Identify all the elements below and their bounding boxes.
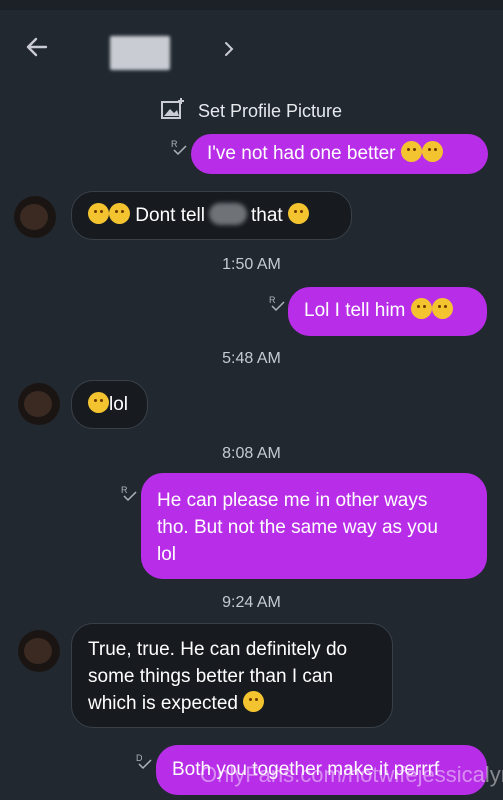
contact-name-redacted[interactable] — [110, 36, 170, 70]
relieved-face-icon — [421, 141, 443, 162]
relieved-face-icon — [400, 141, 422, 162]
watermark: OnlyFans.com/hotwifejessicalynn — [200, 762, 503, 787]
system-event: Set Profile Picture — [160, 97, 343, 126]
message-line: tho. But not the same way as you — [157, 517, 438, 538]
message-text: lol — [109, 394, 129, 415]
back-arrow-icon[interactable] — [22, 32, 52, 62]
message-text: Dont tell — [135, 205, 205, 226]
timestamp: 8:08 AM — [222, 445, 281, 462]
message-text: Lol I tell him — [304, 300, 406, 321]
flushed-face-icon — [88, 392, 109, 413]
message-bubble-incoming[interactable]: True, true. He can definitely do some th… — [71, 623, 393, 728]
message-bubble-outgoing[interactable]: Lol I tell him — [288, 287, 487, 336]
svg-text:R: R — [171, 139, 178, 149]
timestamp: 9:24 AM — [222, 594, 281, 611]
read-receipt-icon: R — [120, 484, 138, 502]
svg-text:D: D — [136, 753, 143, 763]
message-bubble-outgoing[interactable]: I've not had one better — [191, 134, 488, 174]
grinning-face-icon — [88, 203, 109, 224]
message-line: True, true. He can definitely do — [88, 639, 348, 660]
message-text: I've not had one better — [207, 143, 396, 164]
message-text: that — [250, 205, 283, 226]
message-bubble-incoming[interactable]: lol — [71, 380, 148, 429]
timestamp: 1:50 AM — [222, 256, 281, 273]
upside-down-face-icon — [243, 691, 265, 712]
message-line: some things better than I can — [88, 666, 334, 687]
message-bubble-outgoing[interactable]: He can please me in other ways tho. But … — [141, 473, 487, 579]
timestamp: 5:48 AM — [222, 350, 281, 367]
avatar[interactable] — [14, 196, 56, 238]
avatar[interactable] — [18, 383, 60, 425]
message-bubble-incoming[interactable]: Dont tell that — [71, 191, 352, 240]
laughing-face-icon — [287, 203, 309, 224]
system-event-text: Set Profile Picture — [198, 100, 343, 121]
delivered-receipt-icon: D — [135, 752, 153, 770]
message-line: lol — [157, 544, 177, 565]
kissing-face-icon — [109, 203, 130, 224]
message-line: which is expected — [88, 693, 238, 714]
image-add-icon — [160, 97, 186, 126]
message-line: He can please me in other ways — [157, 490, 428, 511]
chevron-right-icon[interactable] — [222, 38, 236, 60]
read-receipt-icon: R — [268, 294, 286, 312]
rolling-laughing-face-icon — [410, 298, 432, 319]
status-strip — [0, 0, 503, 10]
avatar[interactable] — [18, 630, 60, 672]
svg-text:R: R — [121, 485, 128, 495]
redacted-name — [208, 203, 247, 225]
svg-text:R: R — [269, 295, 276, 305]
conversation-header — [0, 10, 503, 82]
relieved-face-icon — [431, 298, 453, 319]
read-receipt-icon: R — [170, 138, 188, 156]
